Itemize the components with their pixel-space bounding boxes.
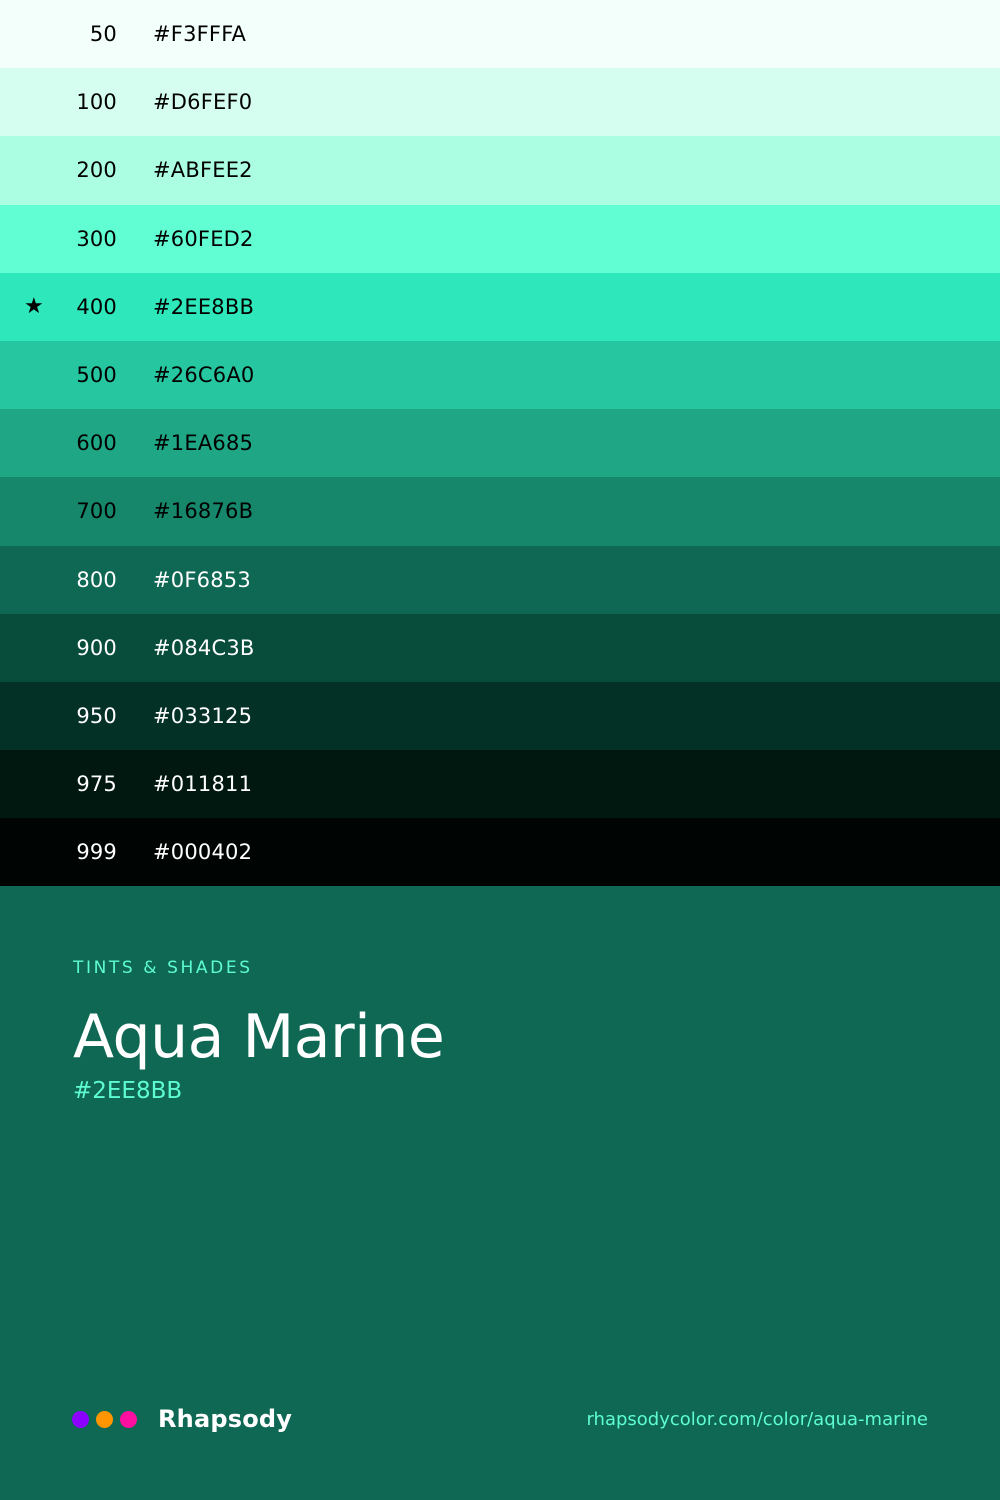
swatch-level: 500 xyxy=(76,363,117,388)
swatch-row-600[interactable]: 600 #1EA685 xyxy=(0,409,1000,478)
swatch-hex[interactable]: #F3FFFA xyxy=(153,22,246,46)
swatch-hex[interactable]: #ABFEE2 xyxy=(153,158,253,182)
swatch-row-300[interactable]: 300 #60FED2 xyxy=(0,204,1000,273)
swatch-level: 900 xyxy=(76,635,117,660)
swatch-row-700[interactable]: 700 #16876B xyxy=(0,477,1000,546)
section-label: TINTS & SHADES xyxy=(73,958,253,978)
swatch-row-100[interactable]: 100 #D6FEF0 xyxy=(0,68,1000,137)
swatch-hex[interactable]: #26C6A0 xyxy=(153,363,254,387)
swatch-row-500[interactable]: 500 #26C6A0 xyxy=(0,340,1000,410)
swatch-hex[interactable]: #16876B xyxy=(153,499,253,523)
swatch-level: 950 xyxy=(76,703,117,728)
swatch-level: 200 xyxy=(76,158,117,183)
swatch-row-999[interactable]: 999 #000402 xyxy=(0,818,1000,887)
swatch-hex[interactable]: #1EA685 xyxy=(153,431,253,455)
color-name: Aqua Marine xyxy=(73,1002,445,1072)
color-hex-code: #2EE8BB xyxy=(73,1078,183,1104)
swatch-hex[interactable]: #000402 xyxy=(153,840,252,864)
swatch-hex[interactable]: #0F6853 xyxy=(153,568,251,592)
color-info: TINTS & SHADES Aqua Marine #2EE8BB xyxy=(73,958,445,1104)
swatch-hex[interactable]: #011811 xyxy=(153,772,252,796)
swatch-hex[interactable]: #D6FEF0 xyxy=(153,90,252,114)
swatch-hex[interactable]: #033125 xyxy=(153,704,252,728)
swatch-level: 800 xyxy=(76,567,117,592)
color-page-link[interactable]: rhapsodycolor.com/color/aqua-marine xyxy=(586,1409,928,1430)
swatch-row-800[interactable]: 800 #0F6853 xyxy=(0,545,1000,614)
swatch-row-950[interactable]: 950 #033125 xyxy=(0,681,1000,751)
swatch-row-50[interactable]: 50 #F3FFFA xyxy=(0,0,1000,69)
swatch-level: 400 xyxy=(76,294,117,319)
swatch-level: 300 xyxy=(76,226,117,251)
swatch-level: 975 xyxy=(76,772,117,797)
swatch-row-900[interactable]: 900 #084C3B xyxy=(0,613,1000,682)
swatch-level: 50 xyxy=(89,22,117,47)
swatch-level: 999 xyxy=(76,840,117,865)
swatch-row-200[interactable]: 200 #ABFEE2 xyxy=(0,136,1000,205)
swatch-row-975[interactable]: 975 #011811 xyxy=(0,750,1000,819)
brand-dot-orange-icon xyxy=(96,1410,113,1428)
swatch-list: 50 #F3FFFA 100 #D6FEF0 200 #ABFEE2 300 #60FED2 ★… xyxy=(0,0,1000,887)
brand-dot-purple-icon xyxy=(72,1410,89,1428)
swatch-level: 100 xyxy=(76,90,117,115)
swatch-hex[interactable]: #2EE8BB xyxy=(153,295,254,319)
brand-name: Rhapsody xyxy=(158,1405,293,1433)
swatch-hex[interactable]: #60FED2 xyxy=(153,227,254,251)
brand-dot-pink-icon xyxy=(120,1410,137,1428)
swatch-level: 700 xyxy=(76,499,117,524)
swatch-level: 600 xyxy=(76,431,117,456)
swatch-hex[interactable]: #084C3B xyxy=(153,636,255,660)
brand-logo[interactable]: Rhapsody xyxy=(72,1404,292,1434)
swatch-row-400[interactable]: ★ 400 #2EE8BB xyxy=(0,272,1000,341)
